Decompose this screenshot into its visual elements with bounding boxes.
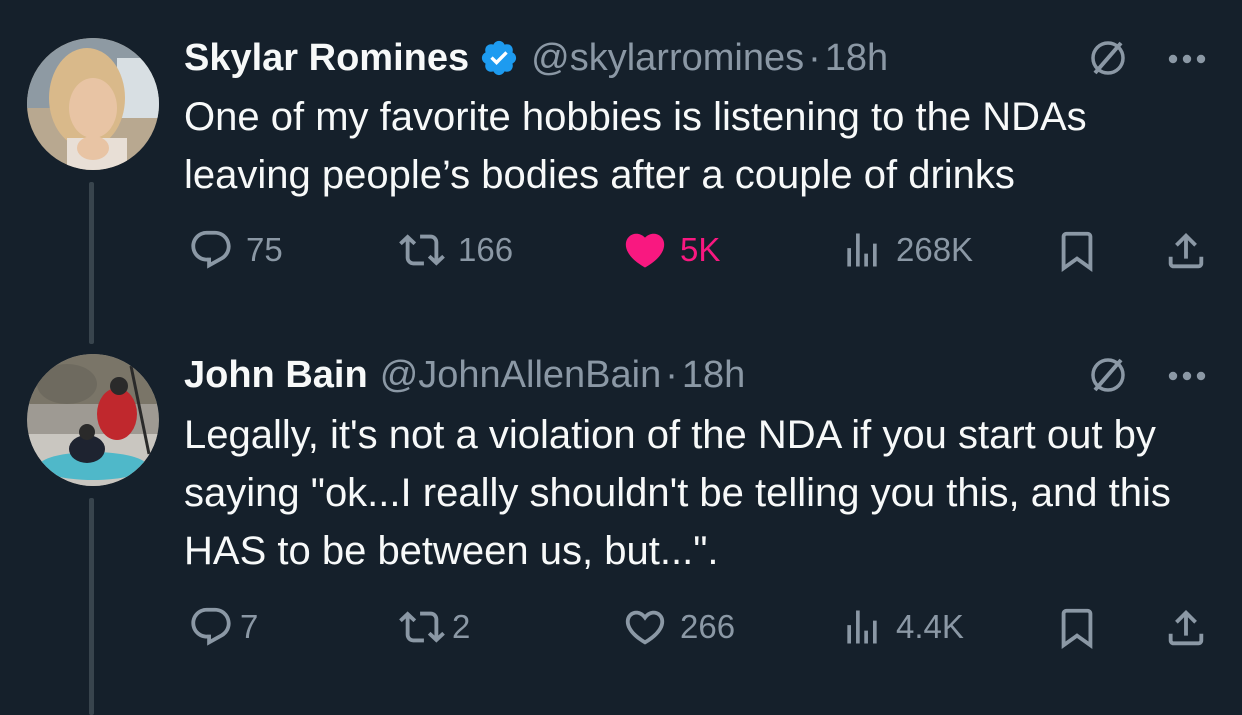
share-icon <box>1168 609 1204 646</box>
tweet-text: Legally, it's not a violation of the NDA… <box>184 413 1171 573</box>
like-count: 266 <box>680 608 736 645</box>
grok-icon[interactable] <box>1088 38 1128 78</box>
reply-count: 7 <box>240 608 259 645</box>
more-options-icon[interactable] <box>1167 369 1207 381</box>
retweet-button[interactable]: 166 <box>398 227 513 273</box>
bookmark-button[interactable] <box>1054 227 1100 275</box>
timestamp[interactable]: 18h <box>825 36 888 80</box>
views-button[interactable]: 4.4K <box>840 604 964 650</box>
verified-badge-icon <box>479 38 519 78</box>
heart-icon <box>625 610 665 645</box>
share-button[interactable] <box>1163 227 1209 275</box>
retweet-button[interactable]: 2 <box>398 604 470 650</box>
retweet-count: 166 <box>458 231 514 268</box>
views-count: 4.4K <box>896 608 964 645</box>
share-icon <box>1168 232 1204 269</box>
like-count: 5K <box>680 231 721 268</box>
bookmark-icon <box>1061 608 1093 649</box>
analytics-icon <box>847 610 877 644</box>
like-button[interactable]: 266 <box>622 604 735 650</box>
reply-icon <box>191 607 231 646</box>
analytics-icon <box>847 233 877 267</box>
bookmark-icon <box>1061 231 1093 272</box>
more-options-icon[interactable] <box>1167 52 1207 64</box>
share-button[interactable] <box>1163 604 1209 652</box>
like-button[interactable]: 5K <box>622 227 720 273</box>
timestamp[interactable]: 18h <box>682 353 745 397</box>
reply-icon <box>191 230 231 269</box>
tweet-text: One of my favorite hobbies is listening … <box>184 95 1087 197</box>
grok-icon[interactable] <box>1088 355 1128 395</box>
views-count: 268K <box>896 231 974 268</box>
tweet-actions: 75 166 5K 268K <box>0 227 1242 277</box>
heart-filled-icon <box>625 233 665 268</box>
separator-dot: · <box>808 37 821 79</box>
author-name[interactable]: John Bain <box>184 353 368 397</box>
retweet-count: 2 <box>452 608 471 645</box>
avatar[interactable] <box>27 38 159 170</box>
tweet-actions: 7 2 266 4.4K <box>0 604 1242 654</box>
retweet-icon <box>399 611 445 643</box>
views-button[interactable]: 268K <box>840 227 973 273</box>
bookmark-button[interactable] <box>1054 604 1100 652</box>
avatar[interactable] <box>27 354 159 486</box>
author-handle[interactable]: @skylarromines <box>531 36 804 80</box>
author-name[interactable]: Skylar Romines <box>184 36 469 80</box>
retweet-icon <box>399 234 445 266</box>
separator-dot: · <box>665 354 678 396</box>
reply-button[interactable]: 7 <box>188 604 258 650</box>
reply-button[interactable]: 75 <box>188 227 283 273</box>
reply-count: 75 <box>246 231 283 268</box>
author-handle[interactable]: @JohnAllenBain <box>380 353 662 397</box>
